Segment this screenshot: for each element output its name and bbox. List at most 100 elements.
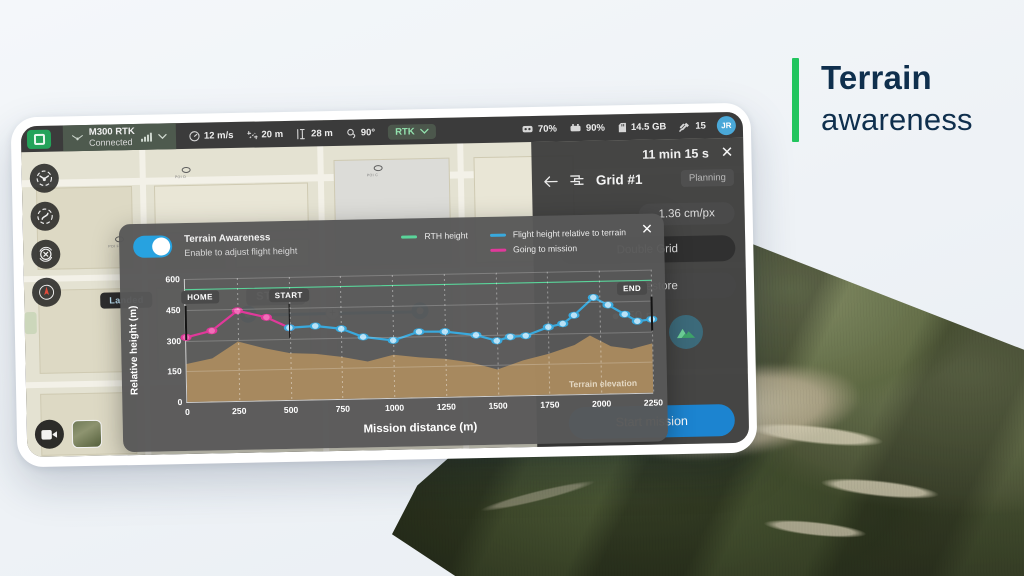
heading-line-2: awareness: [821, 102, 973, 137]
legend-label: Flight height relative to terrain: [512, 227, 627, 240]
chart-x-tick: 250: [231, 405, 247, 417]
legend-item-rth: RTH height: [401, 230, 468, 242]
chart-x-tick: 750: [335, 403, 351, 414]
compass-icon[interactable]: [31, 277, 62, 308]
flight-time-estimate: 11 min 15 s: [642, 146, 709, 162]
indicator-drone-battery: 70%: [522, 123, 557, 135]
indicator-controller-battery: 90%: [570, 122, 605, 134]
satellites-value: 15: [695, 120, 706, 132]
indicator-satellites: 15: [679, 120, 706, 132]
legend-swatch: [489, 233, 506, 237]
telemetry-height: 28 m: [296, 127, 333, 139]
map-green-area: [24, 311, 37, 335]
sd-card-icon: [618, 122, 627, 133]
close-icon[interactable]: ✕: [641, 221, 653, 237]
legend-item-flight-height: Flight height relative to terrain: [489, 227, 627, 240]
legend-swatch: [401, 234, 418, 239]
controller-battery-icon: [570, 123, 582, 133]
heading-block: Terrain awareness: [792, 58, 973, 142]
chart-plot-area: Terrain elevation 0 150 300 450 600 0 250 500 75…: [165, 269, 685, 417]
height-value: 28 m: [311, 127, 333, 139]
chart-y-axis-label: Relative height (m): [127, 305, 141, 395]
gimbal-value: 90°: [360, 126, 376, 138]
terrain-awareness-toggle[interactable]: [132, 235, 173, 259]
chart-marker-start: START: [268, 288, 309, 303]
rtk-selector[interactable]: RTK: [387, 123, 436, 140]
drone-status-chip[interactable]: M300 RTK Connected: [62, 123, 177, 152]
chart-line-rth-height: [185, 280, 651, 289]
clear-route-icon[interactable]: [31, 239, 61, 270]
home-square-icon[interactable]: [26, 129, 52, 149]
map-layer-thumbnail[interactable]: [71, 419, 103, 448]
chart-y-tick: 0: [177, 397, 183, 408]
drone-battery-value: 70%: [537, 122, 558, 135]
telemetry-distance: 20 m: [246, 128, 283, 140]
mountain-icon[interactable]: [668, 314, 704, 350]
topbar-indicators: 70% 90% 14.5 GB 15 JR: [509, 115, 743, 139]
grid-lines-icon[interactable]: [570, 174, 584, 187]
terrain-dialog-title: Terrain Awareness: [183, 232, 271, 246]
gimbal-angle-icon: [346, 127, 357, 138]
terrain-elevation-label: Terrain elevation: [568, 377, 638, 390]
chevron-down-icon: [419, 128, 429, 134]
close-icon[interactable]: ✕: [721, 144, 734, 161]
map-poi-label: POI F: [108, 244, 120, 249]
chart-x-tick: 0: [185, 406, 190, 418]
map-tool-rail: [29, 163, 62, 308]
telemetry-gimbal: 90°: [346, 126, 376, 139]
chart-x-tick: 1500: [488, 400, 508, 411]
legend-label: RTH height: [424, 230, 468, 242]
speed-value: 12 m/s: [203, 129, 234, 142]
chart-x-axis-label: Mission distance (m): [363, 421, 478, 436]
rtk-label: RTK: [395, 125, 415, 138]
chart-x-tick: 1000: [384, 402, 405, 414]
satellite-icon: [679, 120, 691, 132]
legend-label: Going to mission: [512, 243, 578, 255]
terrain-chart: Relative height (m) Terrain elevation 0 1…: [120, 265, 685, 452]
chart-x-tick: 1750: [540, 399, 560, 410]
storage-value: 14.5 GB: [630, 120, 667, 133]
tablet-device: POI B POI A POI D POI C POI F START + La…: [10, 102, 758, 468]
drone-target-icon[interactable]: [29, 163, 60, 194]
heading-line-1: Terrain: [821, 59, 932, 96]
legend-item-going-to-mission: Going to mission: [490, 242, 626, 255]
chart-legend: RTH height Flight height relative to ter…: [401, 225, 626, 257]
tablet-screen: POI B POI A POI D POI C POI F START + La…: [20, 111, 750, 458]
legend-swatch: [490, 248, 507, 252]
chart-y-tick: 150: [167, 366, 182, 377]
telemetry-speed: 12 m/s: [189, 129, 234, 141]
terrain-awareness-dialog: ✕ Terrain Awareness Enable to adjust fli…: [118, 213, 685, 453]
distance-value: 20 m: [261, 128, 284, 140]
speed-icon: [189, 130, 200, 141]
toggle-knob: [152, 237, 171, 256]
back-arrow-icon[interactable]: [544, 175, 558, 187]
terrain-dialog-subtitle: Enable to adjust flight height: [184, 245, 298, 259]
mission-title: Grid #1: [595, 171, 643, 188]
accent-bar: [792, 58, 799, 142]
flight-path-icon[interactable]: [30, 201, 60, 232]
controller-battery-value: 90%: [585, 122, 606, 134]
chart-x-tick: 2250: [643, 397, 664, 408]
drone-icon: [71, 134, 83, 142]
signal-bars-icon: [140, 132, 153, 142]
map-bottom-controls: [34, 419, 103, 450]
chart-area-terrain: [186, 335, 654, 402]
distance-icon: [246, 129, 258, 140]
indicator-storage: 14.5 GB: [618, 120, 667, 133]
chart-y-tick: 450: [166, 304, 181, 316]
map-poi-icon: [181, 166, 191, 174]
drone-connection-status: Connected: [88, 137, 133, 148]
chart-marker-end: END: [616, 282, 648, 296]
chart-x-tick: 500: [283, 404, 299, 416]
video-camera-icon[interactable]: [34, 419, 65, 450]
chart-y-tick: 600: [165, 274, 180, 285]
chart-x-tick: 1250: [436, 401, 456, 412]
drone-battery-icon: [522, 124, 534, 134]
map-poi-label: POI C: [366, 173, 379, 178]
panel-title-row: Grid #1 Planning: [532, 160, 744, 190]
chart-marker-home: HOME: [181, 290, 219, 305]
chart-marker-stem: [650, 296, 653, 332]
avatar[interactable]: JR: [716, 115, 737, 135]
height-icon: [296, 128, 307, 139]
chevron-down-icon[interactable]: [158, 133, 167, 140]
